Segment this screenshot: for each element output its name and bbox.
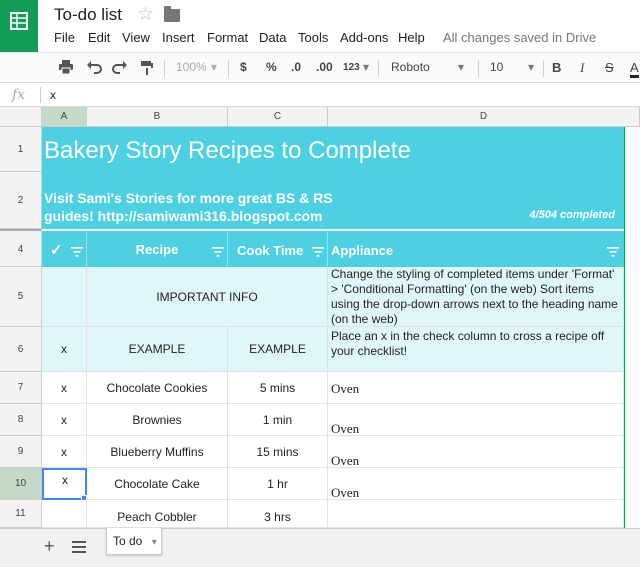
appliance-cell[interactable]: Oven	[328, 468, 624, 500]
check-cell[interactable]: x	[42, 436, 87, 468]
cook-time-cell[interactable]: 3 hrs	[228, 500, 328, 528]
increase-decimals-button[interactable]: .00	[316, 60, 333, 74]
chevron-down-icon[interactable]: ▾	[363, 60, 369, 74]
bold-button[interactable]: B	[552, 60, 561, 75]
star-icon[interactable]: ☆	[137, 3, 154, 26]
row-header[interactable]: 11	[0, 500, 42, 528]
check-cell[interactable]: x	[42, 372, 87, 404]
example-cook-time[interactable]: EXAMPLE	[228, 327, 328, 372]
row-header[interactable]: 9	[0, 436, 42, 468]
filter-icon[interactable]	[212, 244, 224, 262]
row-header[interactable]: 2	[0, 172, 42, 229]
menu-format[interactable]: Format	[207, 30, 248, 45]
row-header[interactable]: 5	[0, 267, 42, 327]
select-all-corner[interactable]	[0, 107, 42, 127]
filter-icon[interactable]	[312, 244, 324, 262]
appliance-cell[interactable]: Oven	[328, 436, 624, 468]
row-header[interactable]: 7	[0, 372, 42, 404]
recipe-cell[interactable]: Peach Cobbler	[87, 500, 228, 528]
column-header-b[interactable]: B	[87, 107, 228, 127]
menu-insert[interactable]: Insert	[162, 30, 195, 45]
example-recipe[interactable]: EXAMPLE	[87, 327, 228, 372]
menu-edit[interactable]: Edit	[88, 30, 110, 45]
redo-icon[interactable]	[112, 60, 128, 77]
save-status[interactable]: All changes saved in Drive	[443, 30, 596, 45]
menu-help[interactable]: Help	[398, 30, 425, 45]
sheet-tab-label: To do	[113, 534, 143, 548]
font-select[interactable]: Roboto	[391, 60, 430, 74]
banner-subtitle[interactable]: Visit Sami's Stories for more great BS &…	[44, 189, 344, 225]
menu-addons[interactable]: Add-ons	[340, 30, 388, 45]
important-info-label[interactable]: IMPORTANT INFO	[87, 267, 328, 327]
menu-view[interactable]: View	[122, 30, 150, 45]
paint-format-icon[interactable]	[140, 60, 154, 78]
row-header[interactable]: 4	[0, 229, 42, 267]
filter-icon[interactable]	[607, 244, 619, 262]
formula-bar	[0, 83, 640, 107]
appliance-cell[interactable]	[328, 500, 624, 528]
zoom-select[interactable]: 100%	[176, 60, 207, 74]
cook-time-cell[interactable]: 15 mins	[228, 436, 328, 468]
recipe-cell[interactable]: Chocolate Cookies	[87, 372, 228, 404]
cook-time-cell[interactable]: 1 min	[228, 404, 328, 436]
print-icon[interactable]	[58, 60, 74, 77]
recipe-cell[interactable]: Chocolate Cake	[87, 468, 228, 500]
chevron-down-icon[interactable]: ▾	[528, 60, 534, 74]
column-header-a[interactable]: A	[42, 107, 87, 127]
menu-data[interactable]: Data	[259, 30, 286, 45]
currency-format-button[interactable]: $	[240, 60, 247, 74]
add-sheet-icon[interactable]: +	[44, 536, 55, 557]
undo-icon[interactable]	[86, 60, 102, 77]
sheet-tab-to-do[interactable]: To do ▾	[106, 528, 162, 555]
percent-format-button[interactable]: %	[266, 60, 277, 74]
appliance-cell[interactable]: Oven	[328, 372, 624, 404]
menu-file[interactable]: File	[54, 30, 75, 45]
text-color-button[interactable]: A	[630, 60, 639, 78]
column-header-c[interactable]: C	[228, 107, 328, 127]
recipe-cell[interactable]: Blueberry Muffins	[87, 436, 228, 468]
important-info-text[interactable]: Change the styling of completed items un…	[328, 267, 624, 327]
row-header[interactable]: 8	[0, 404, 42, 436]
filter-icon[interactable]	[71, 244, 83, 262]
cell[interactable]	[42, 267, 87, 327]
cook-time-cell[interactable]: 1 hr	[228, 468, 328, 500]
recipe-header[interactable]: Recipe	[87, 231, 228, 267]
row-header[interactable]: 6	[0, 327, 42, 372]
check-cell[interactable]: x	[42, 404, 87, 436]
column-header-d[interactable]: D	[328, 107, 640, 127]
formula-input[interactable]: x	[50, 88, 56, 102]
row-header[interactable]: 1	[0, 127, 42, 172]
number-format-select[interactable]: 123	[343, 62, 360, 73]
example-check[interactable]: x	[42, 327, 87, 372]
cook-time-cell[interactable]: 5 mins	[228, 372, 328, 404]
menu-tools[interactable]: Tools	[298, 30, 328, 45]
chevron-down-icon[interactable]: ▾	[458, 60, 464, 74]
font-size-select[interactable]: 10	[490, 60, 503, 74]
italic-button[interactable]: I	[580, 60, 584, 76]
sheets-logo-icon[interactable]	[0, 0, 38, 52]
all-sheets-icon[interactable]	[72, 540, 86, 558]
toolbar: 100% ▾ $ % .0 .00 123 ▾ Roboto ▾ 10 ▾ B …	[0, 52, 640, 83]
row-header[interactable]: 10	[0, 468, 42, 500]
decrease-decimals-button[interactable]: .0	[291, 60, 301, 74]
document-title[interactable]: To-do list	[54, 5, 122, 25]
completed-count: 4/504 completed	[529, 209, 615, 221]
chevron-down-icon[interactable]: ▾	[211, 60, 217, 74]
sheet-tabs-bar	[0, 528, 640, 567]
empty-column-area	[625, 127, 640, 528]
recipe-cell[interactable]: Brownies	[87, 404, 228, 436]
check-cell[interactable]	[42, 500, 87, 528]
example-text[interactable]: Place an x in the check column to cross …	[328, 327, 624, 372]
chevron-down-icon[interactable]: ▾	[152, 537, 157, 548]
banner-title: Bakery Story Recipes to Complete	[44, 137, 411, 164]
strikethrough-button[interactable]: S	[605, 60, 614, 75]
appliance-header[interactable]: Appliance	[328, 231, 624, 267]
fx-icon: fx	[12, 87, 26, 103]
folder-icon[interactable]	[164, 6, 180, 22]
appliance-cell[interactable]: Oven	[328, 404, 624, 436]
